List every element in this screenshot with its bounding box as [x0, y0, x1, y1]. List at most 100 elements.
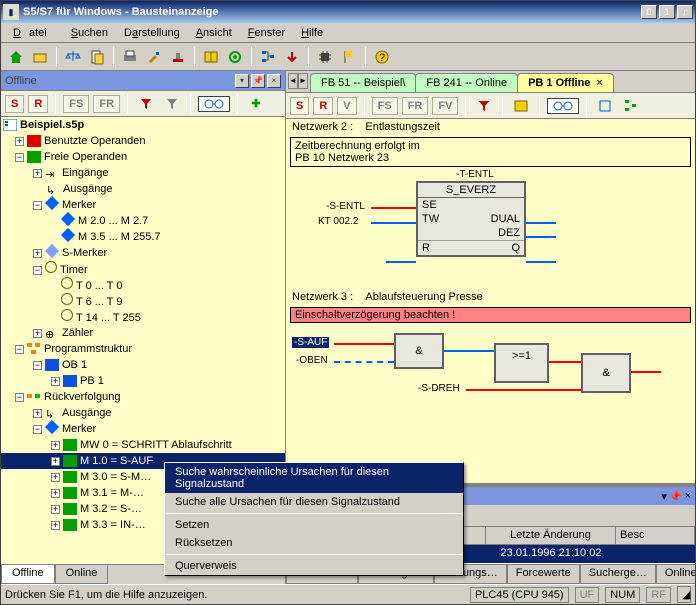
btab-online[interactable]: Online-Ba…	[656, 565, 695, 584]
tool-print-icon[interactable]	[119, 46, 141, 68]
clock-icon	[45, 261, 57, 273]
menu-ansicht[interactable]: Ansicht	[188, 25, 240, 41]
bp-close-button[interactable]: ×	[685, 490, 691, 502]
col-last-change[interactable]: Letzte Änderung	[486, 527, 616, 544]
status-uf: UF	[575, 587, 600, 603]
ctx-search-all[interactable]: Suche alle Ursachen für diesen Signalzus…	[165, 493, 463, 511]
btn-fr[interactable]: FR	[93, 95, 120, 113]
menu-fenster[interactable]: Fenster	[240, 25, 293, 41]
menu-suchen[interactable]: Suchen	[63, 25, 116, 41]
menu-datei[interactable]: Datei	[5, 25, 63, 41]
bp-menu-button[interactable]: ▾	[661, 490, 667, 503]
minimize-button[interactable]: 0	[641, 5, 657, 19]
col-desc[interactable]: Besc	[616, 527, 695, 544]
diagram-area[interactable]: Netzwerk 2 : Entlastungszeit Zeitberechn…	[286, 119, 695, 484]
btn-r[interactable]: R	[28, 95, 48, 113]
tool-down-icon[interactable]	[281, 46, 303, 68]
left-sub-toolbar: S R FS FR ✚	[1, 91, 285, 117]
document-tabs: ◄► FB 51 -- Beispiel\ FB 241 -- Online P…	[286, 71, 695, 93]
green-square-icon	[27, 151, 41, 163]
btab-force[interactable]: Forcewerte	[507, 565, 580, 584]
tree-root[interactable]: Beispiel.s5p	[20, 119, 84, 131]
diamond-icon	[45, 196, 59, 210]
ctx-search-probable[interactable]: Suche wahrscheinliche Ursachen für diese…	[165, 463, 463, 493]
bp-pin-button[interactable]: 📌	[669, 490, 683, 503]
diagram-toolbar: S R V FS FR FV	[286, 93, 695, 119]
counter-icon: ⊕	[45, 327, 59, 339]
app-icon: ▮	[3, 4, 19, 20]
signal-selected[interactable]: -S-AUF	[292, 337, 329, 348]
wire	[371, 207, 416, 209]
window-title: S5/S7 für Windows - Bausteinanzeige	[23, 6, 639, 18]
tab-nav-right[interactable]: ►	[298, 73, 308, 89]
pane-close-button[interactable]: ×	[267, 74, 281, 88]
tool-help-icon[interactable]: ?	[371, 46, 393, 68]
tool-stamp-icon[interactable]	[167, 46, 189, 68]
main-toolbar: ?	[1, 43, 695, 71]
pane-pin-button[interactable]: 📌	[251, 74, 265, 88]
tool-gear-icon[interactable]	[224, 46, 246, 68]
red-square-icon	[27, 135, 41, 147]
trace-icon	[27, 391, 41, 403]
tool-folder-icon[interactable]	[29, 46, 51, 68]
network3-header: Netzwerk 3 : Ablaufsteuerung Presse	[286, 289, 695, 305]
left-pane-title: Offline	[5, 75, 37, 87]
btn-s[interactable]: S	[5, 95, 24, 113]
context-menu: Suche wahrscheinliche Ursachen für diese…	[164, 462, 464, 576]
dfilter1-icon[interactable]	[473, 95, 495, 117]
status-plc: PLC45 (CPU 945)	[470, 587, 569, 603]
tool-brush-icon[interactable]	[143, 46, 165, 68]
and-gate: &	[394, 333, 444, 369]
tab-fb241[interactable]: FB 241 -- Online	[415, 73, 518, 92]
struct-icon	[27, 343, 41, 355]
file-icon	[3, 119, 17, 131]
btn-fs[interactable]: FS	[63, 95, 89, 113]
tool-house-icon[interactable]	[5, 46, 27, 68]
component-label: S_EVERZ	[418, 183, 524, 198]
and-gate-2: &	[581, 353, 631, 393]
or-gate: >=1	[494, 343, 549, 383]
menu-hilfe[interactable]: Hilfe	[293, 25, 331, 41]
pane-menu-button[interactable]: ▾	[235, 74, 249, 88]
statusbar: Drücken Sie F1, um die Hilfe anzuzeigen.…	[1, 584, 695, 604]
tree-item[interactable]: Freie Operanden	[44, 151, 127, 163]
svg-text:?: ?	[379, 52, 385, 64]
collapse-icon[interactable]: −	[15, 153, 24, 162]
resize-grip[interactable]: ◢	[677, 586, 691, 603]
expand-icon[interactable]: +	[15, 137, 24, 146]
tree-item[interactable]: Benutzte Operanden	[44, 135, 146, 147]
tool-doc-icon[interactable]	[86, 46, 108, 68]
tab-close-icon[interactable]: ×	[596, 77, 602, 89]
tool-book-icon[interactable]	[200, 46, 222, 68]
plus-icon[interactable]: ✚	[245, 93, 267, 115]
left-pane-header: Offline ▾ 📌 ×	[1, 71, 285, 91]
dbook-icon[interactable]	[510, 95, 532, 117]
arrow-out-icon: ↳	[46, 183, 60, 195]
ctx-set[interactable]: Setzen	[165, 516, 463, 534]
tab-nav-left[interactable]: ◄	[288, 73, 298, 89]
dblock-icon[interactable]	[594, 95, 616, 117]
btab-search2[interactable]: Sucherge…	[580, 565, 656, 584]
status-rf: RF	[646, 587, 671, 603]
ctx-reset[interactable]: Rücksetzen	[165, 534, 463, 552]
maximize-button[interactable]: 1	[659, 5, 675, 19]
menubar: Datei Suchen Darstellung Ansicht Fenster…	[1, 23, 695, 43]
glasses-button[interactable]	[198, 96, 230, 112]
filter1-icon[interactable]	[135, 93, 157, 115]
tab-online[interactable]: Online	[55, 565, 109, 584]
filter2-icon[interactable]	[161, 93, 183, 115]
tab-fb51[interactable]: FB 51 -- Beispiel\	[310, 73, 416, 92]
tool-scale-icon[interactable]	[62, 46, 84, 68]
close-button[interactable]: r	[677, 5, 693, 19]
tool-tree-icon[interactable]	[257, 46, 279, 68]
menu-darstellung[interactable]: Darstellung	[116, 25, 188, 41]
tool-flag-icon[interactable]	[338, 46, 360, 68]
arrow-in-icon: ⇥	[45, 167, 59, 179]
dtree-icon[interactable]	[620, 95, 642, 117]
ctx-xref[interactable]: Querverweis	[165, 557, 463, 575]
tab-offline[interactable]: Offline	[1, 565, 55, 584]
tab-pb1[interactable]: PB 1 Offline×	[517, 73, 614, 92]
status-num: NUM	[605, 587, 640, 603]
tool-chip-icon[interactable]	[314, 46, 336, 68]
dglasses-button[interactable]	[547, 98, 579, 114]
